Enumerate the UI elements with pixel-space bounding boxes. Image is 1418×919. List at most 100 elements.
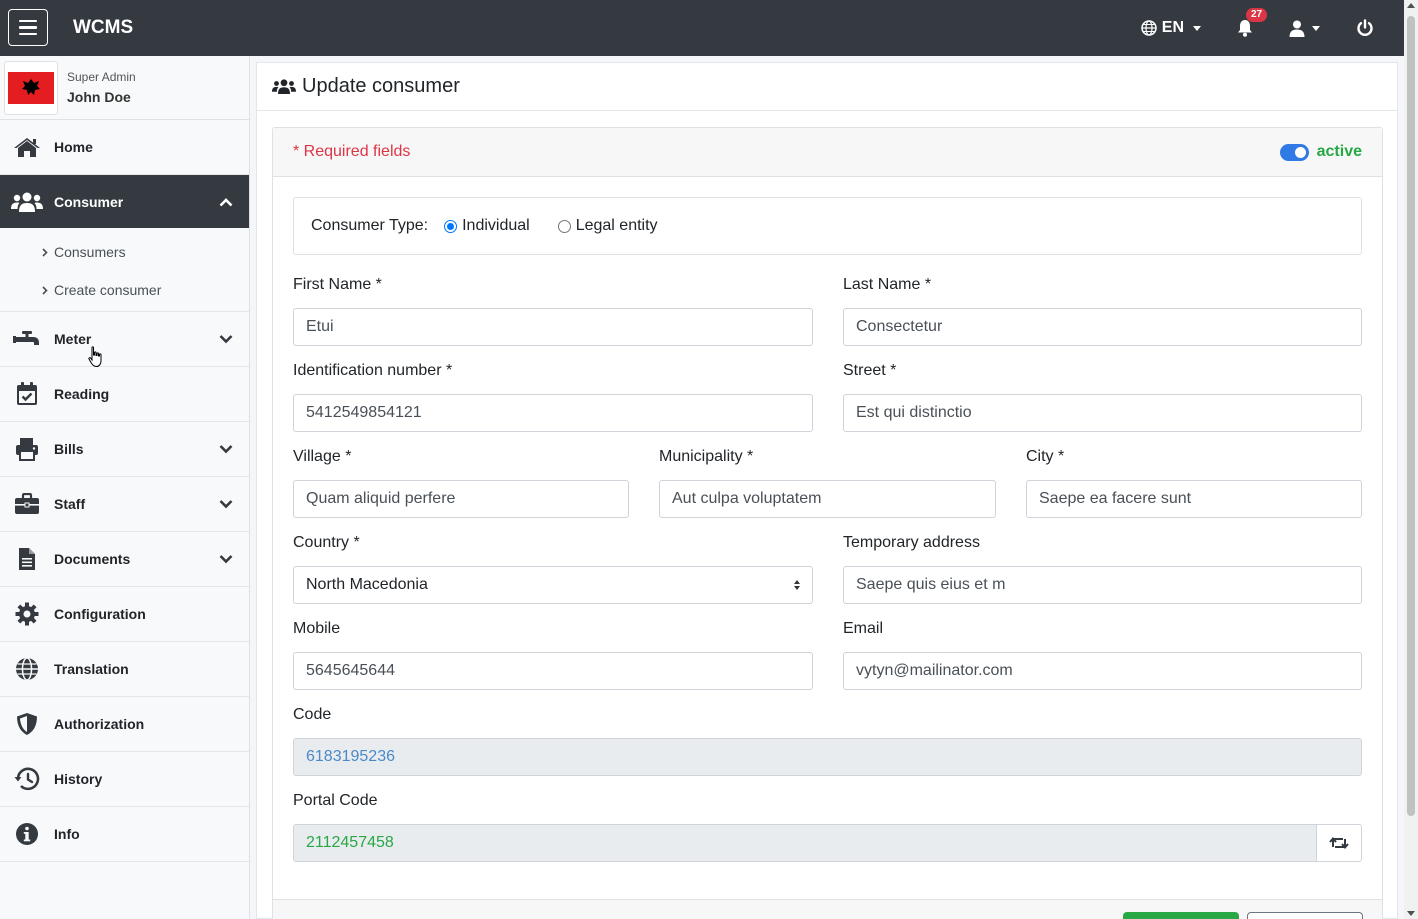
user-icon (1289, 20, 1305, 37)
sidebar-subitem-create-consumer[interactable]: Create consumer (0, 271, 249, 309)
sidebar-item-authorization[interactable]: Authorization (0, 697, 249, 752)
country-select[interactable]: North Macedonia (293, 566, 813, 604)
portal-code-group: Portal Code 2112457458 (293, 792, 1362, 862)
municipality-input[interactable]: Aut culpa voluptatem (659, 480, 996, 518)
albania-flag-icon (8, 71, 54, 104)
sidebar-item-bills[interactable]: Bills (0, 422, 249, 477)
email-input[interactable]: vytyn@mailinator.com (843, 652, 1362, 690)
sidebar-item-label: History (54, 771, 103, 787)
sidebar-item-label: Translation (54, 661, 129, 677)
chevron-down-icon (219, 445, 233, 454)
first-name-input[interactable]: Etui (293, 308, 813, 346)
power-icon (1357, 19, 1373, 37)
code-label: Code (293, 706, 332, 723)
chevron-down-icon (1193, 25, 1201, 31)
active-toggle[interactable] (1279, 143, 1309, 161)
form-header: * Required fields active (273, 128, 1382, 177)
active-label: active (1316, 143, 1362, 160)
sidebar-subitem-consumers[interactable]: Consumers (0, 233, 249, 271)
chevron-down-icon (1312, 25, 1320, 31)
country-group: Country * North Macedonia (293, 534, 813, 604)
sidebar-item-meter[interactable]: Meter (0, 312, 249, 367)
sidebar-item-home[interactable]: Home (0, 120, 249, 175)
legal-entity-radio-label[interactable]: Legal entity (576, 217, 658, 235)
last-name-input[interactable]: Consectetur (843, 308, 1362, 346)
sidebar-item-consumer[interactable]: Consumer (0, 175, 249, 228)
home-icon (14, 138, 40, 157)
hand-cursor-icon (88, 346, 102, 368)
sidebar-item-reading[interactable]: Reading (0, 367, 249, 422)
user-menu-dropdown[interactable] (1289, 20, 1320, 37)
code-input: 6183195236 (293, 738, 1362, 776)
street-input[interactable]: Est qui distinctio (843, 394, 1362, 432)
regenerate-portal-code-button[interactable] (1317, 824, 1362, 862)
chevron-right-icon (42, 285, 48, 295)
top-navbar: WCMS EN 27 (0, 0, 1404, 56)
sidebar-item-label: Bills (54, 441, 84, 457)
sidebar-item-history[interactable]: History (0, 752, 249, 807)
notifications-button[interactable]: 27 (1237, 8, 1268, 37)
users-icon (11, 192, 43, 212)
temp-address-input[interactable]: Saepe quis eius et m (843, 566, 1362, 604)
street-label: Street * (843, 362, 897, 379)
sidebar-toggle-button[interactable] (8, 9, 48, 46)
main-content: Update consumer * Required fields active… (256, 62, 1398, 919)
village-label: Village * (293, 448, 352, 465)
legal-entity-radio[interactable] (557, 219, 571, 233)
sidebar-item-documents[interactable]: Documents (0, 532, 249, 587)
chevron-up-icon (219, 197, 233, 206)
printer-icon (16, 438, 38, 461)
page-header: Update consumer (257, 63, 1397, 111)
brand-name[interactable]: WCMS (73, 17, 133, 39)
consumer-type-group: Consumer Type: Individual Legal entity (293, 197, 1362, 255)
calendar-check-icon (17, 382, 37, 405)
village-group: Village * Quam aliquid perfere (293, 448, 629, 518)
country-selected-value: North Macedonia (306, 576, 428, 593)
sidebar-item-label: Documents (54, 551, 131, 567)
page-title: Update consumer (302, 75, 460, 97)
scroll-up-arrow[interactable] (1407, 3, 1415, 8)
page-scrollbar[interactable] (1404, 0, 1418, 919)
mobile-input[interactable]: 5645645644 (293, 652, 813, 690)
sidebar-subitem-label: Create consumer (54, 282, 162, 298)
user-profile: Super Admin John Doe (0, 56, 249, 120)
chevron-right-icon (42, 247, 48, 257)
village-input[interactable]: Quam aliquid perfere (293, 480, 629, 518)
language-label: EN (1161, 19, 1184, 36)
active-switch[interactable]: active (1279, 143, 1362, 161)
shield-icon (17, 713, 37, 735)
sidebar-item-staff[interactable]: Staff (0, 477, 249, 532)
sidebar-item-info[interactable]: Info (0, 807, 249, 862)
globe-icon (16, 657, 38, 681)
code-group: Code 6183195236 (293, 706, 1362, 776)
cancel-button[interactable] (1247, 912, 1363, 919)
language-dropdown[interactable]: EN (1141, 19, 1201, 37)
sidebar-item-label: Info (54, 826, 80, 842)
sidebar-item-configuration[interactable]: Configuration (0, 587, 249, 642)
email-label: Email (843, 620, 884, 637)
individual-radio-label[interactable]: Individual (462, 217, 530, 235)
scroll-thumb[interactable] (1407, 16, 1415, 816)
portal-code-label: Portal Code (293, 792, 378, 809)
scroll-down-arrow[interactable] (1407, 911, 1415, 916)
temp-address-label: Temporary address (843, 534, 980, 551)
consumer-form-card: * Required fields active Consumer Type: … (272, 127, 1383, 919)
sidebar: Super Admin John Doe Home Consumer Consu… (0, 56, 250, 919)
user-name: John Doe (67, 89, 131, 105)
first-name-label: First Name * (293, 276, 382, 293)
retweet-icon (1329, 836, 1349, 850)
logout-button[interactable] (1356, 19, 1374, 37)
id-number-label: Identification number * (293, 362, 453, 379)
consumer-type-label: Consumer Type: (311, 217, 429, 234)
email-group: Email vytyn@mailinator.com (843, 620, 1362, 690)
save-button[interactable] (1123, 912, 1239, 919)
briefcase-icon (15, 493, 39, 514)
id-number-group: Identification number * 5412549854121 (293, 362, 813, 432)
sidebar-item-translation[interactable]: Translation (0, 642, 249, 697)
sidebar-item-label: Consumer (54, 193, 124, 210)
sidebar-item-label: Home (54, 139, 93, 155)
individual-radio[interactable] (444, 219, 458, 233)
city-input[interactable]: Saepe ea facere sunt (1026, 480, 1362, 518)
temp-address-group: Temporary address Saepe quis eius et m (843, 534, 1362, 604)
id-number-input[interactable]: 5412549854121 (293, 394, 813, 432)
